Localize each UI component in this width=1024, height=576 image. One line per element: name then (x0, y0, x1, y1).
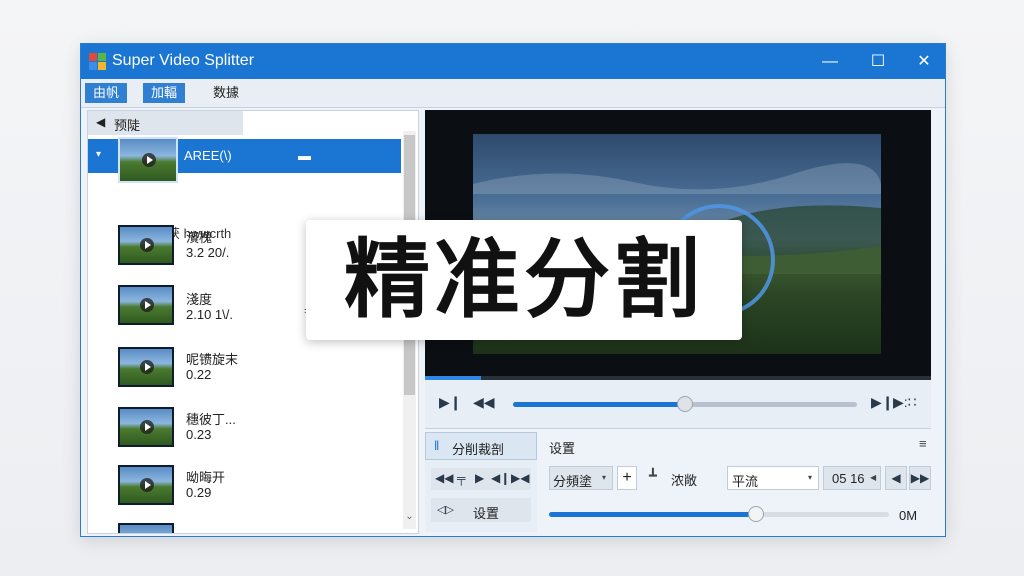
split-mode-select[interactable]: 分頻塗 ▾ (549, 466, 613, 490)
split-settings-button[interactable]: ◁▷ 设置 (431, 498, 531, 522)
play-pause-button[interactable]: ▶❙ (439, 394, 462, 411)
cut-marker-icon[interactable]: ╤ (457, 471, 466, 485)
play-icon (140, 420, 154, 434)
time-value: 05 16 (832, 471, 865, 486)
settings-panel: 设置 ≡ 分頻塗 ▾ + ┻ 浓敞 平流 ▾ 05 16 ◀ ◀ ▶▶ 0M (541, 432, 931, 532)
clip-value: 0.23 (186, 427, 212, 442)
quality-value: 平流 (732, 474, 759, 489)
mark-in-icon[interactable]: ◀❙ (491, 471, 510, 485)
overlay-banner: 精准分割 (306, 220, 742, 340)
maximize-button[interactable]: ☐ (855, 44, 901, 79)
time-field[interactable]: 05 16 ◀ (823, 466, 881, 490)
clip-thumbnail (118, 225, 174, 265)
next-frame-button[interactable]: ▶❙ (871, 394, 894, 411)
settings-menu-icon[interactable]: ≡ (919, 436, 927, 451)
clip-thumbnail (118, 347, 174, 387)
clip-name: 呢镄旋末 (186, 352, 239, 367)
split-settings-label: 设置 (473, 506, 500, 521)
library-header[interactable]: ◀ 预陡 (88, 111, 243, 135)
split-tab[interactable]: ‖ 分削裁剖 (425, 432, 537, 460)
play-icon (140, 360, 154, 374)
skip-end-button[interactable]: ▶:∷ (893, 394, 917, 411)
clip-value: 2.10 1\/. (186, 307, 233, 322)
clip-thumbnail (118, 523, 174, 533)
clip-name: 穗彼丁... (186, 412, 236, 427)
output-size-label: 0M (899, 508, 918, 523)
split-tab-label: 分削裁剖 (452, 442, 505, 457)
selected-clip-thumbnail (118, 137, 178, 183)
output-slider-knob[interactable] (748, 506, 765, 522)
minimize-button[interactable]: — (807, 44, 853, 79)
play-icon (142, 153, 156, 167)
chevron-down-icon: ▾ (602, 473, 607, 482)
seek-slider-knob[interactable] (677, 396, 693, 412)
clip-thumbnail (118, 285, 174, 325)
app-logo-icon (89, 53, 106, 70)
menu-bar: 由帆 加輻 数據 (81, 79, 945, 108)
time-caret-icon: ◀ (870, 473, 877, 482)
seek-slider[interactable] (513, 396, 857, 412)
clip-name: 濱槐 (186, 230, 213, 245)
menu-item-1[interactable]: 由帆 (85, 83, 128, 103)
play-icon (140, 298, 154, 312)
play-icon[interactable]: ▶ (475, 471, 484, 485)
close-button[interactable]: ✕ (901, 44, 945, 79)
split-adjust-icon: ◁▷ (437, 504, 454, 516)
split-mode-value: 分頻塗 (553, 474, 593, 489)
next-button[interactable]: ▶▶ (909, 466, 931, 490)
settings-title: 设置 (549, 441, 576, 456)
stamp-icon[interactable]: ┻ (649, 468, 657, 484)
player-controls: ▶❙ ◀◀ ▶❙ ▶:∷ (425, 380, 931, 429)
seek-slider-fill (513, 402, 685, 407)
clip-thumbnail (118, 407, 174, 447)
split-panel: ‖ 分削裁剖 ◀◀ ╤ ▶ ◀❙ ▶◀ ◁▷ 设置 (425, 432, 537, 532)
clip-value: 3.2 20/. (186, 245, 230, 260)
clip-thumbnail (118, 465, 174, 505)
output-slider-fill (549, 512, 757, 517)
add-button[interactable]: + (617, 466, 637, 490)
rewind-button[interactable]: ◀◀ (473, 394, 495, 411)
window-title: Super Video Splitter (112, 52, 255, 69)
library-header-label: 预陡 (114, 118, 141, 133)
expand-chevron-icon[interactable]: ▾ (96, 149, 101, 160)
clip-value: 0.29 (186, 485, 212, 500)
title-bar: Super Video Splitter — ☐ ✕ (81, 44, 945, 79)
back-arrow-icon[interactable]: ◀ (96, 115, 105, 129)
clip-name: 呦晦开 (186, 470, 226, 485)
step-back-icon[interactable]: ◀◀ (435, 471, 453, 485)
output-slider[interactable] (549, 506, 889, 522)
tool-label: 浓敞 (671, 473, 698, 488)
play-icon (140, 238, 154, 252)
split-toolbar: ◀◀ ╤ ▶ ◀❙ ▶◀ (431, 468, 531, 490)
mark-out-icon[interactable]: ▶◀ (511, 471, 529, 485)
prev-button[interactable]: ◀ (885, 466, 907, 490)
clip-name: 淺度 (186, 292, 213, 307)
selected-clip-marker: ▬ (298, 148, 311, 163)
menu-item-3[interactable]: 数據 (205, 83, 247, 103)
quality-select[interactable]: 平流 ▾ (727, 466, 819, 490)
play-icon (140, 478, 154, 492)
menu-item-2[interactable]: 加輻 (143, 83, 186, 103)
split-icon: ‖ (434, 438, 440, 453)
selected-clip-label: AREE(\) (184, 148, 232, 163)
clip-value: 0.22 (186, 367, 212, 382)
scroll-down-icon[interactable]: ⌄ (403, 511, 416, 522)
chevron-down-icon: ▾ (808, 473, 813, 482)
overlay-headline: 精准分割 (344, 230, 704, 330)
selected-clip-row[interactable]: ▾ AREE(\) ▬ (88, 137, 401, 183)
